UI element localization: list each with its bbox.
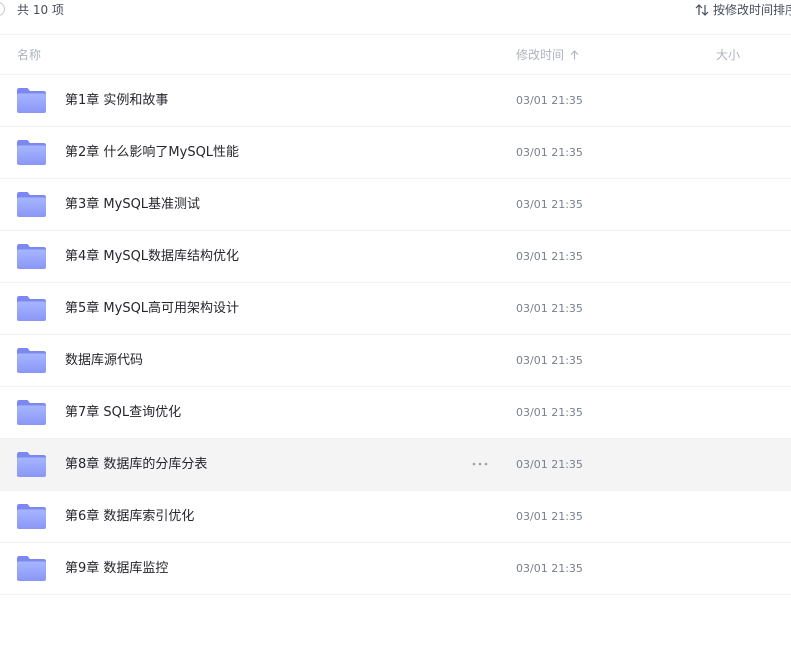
file-name[interactable]: 第7章 SQL查询优化 xyxy=(65,404,181,422)
file-modified-time: 03/01 21:35 xyxy=(516,562,583,575)
table-header: 名称 修改时间 大小 xyxy=(0,35,791,75)
folder-icon xyxy=(17,88,46,113)
file-modified-time: 03/01 21:35 xyxy=(516,250,583,263)
folder-icon xyxy=(17,504,46,529)
folder-icon xyxy=(17,296,46,321)
column-header-modified[interactable]: 修改时间 xyxy=(516,48,579,62)
file-row[interactable]: 第3章 MySQL基准测试 03/01 21:35 xyxy=(0,179,791,231)
select-all-checkbox[interactable] xyxy=(0,2,5,16)
file-modified-time: 03/01 21:35 xyxy=(516,406,583,419)
folder-icon xyxy=(17,244,46,269)
folder-icon xyxy=(17,452,46,477)
file-name[interactable]: 第6章 数据库索引优化 xyxy=(65,508,194,526)
column-header-name[interactable]: 名称 xyxy=(17,48,41,62)
file-name[interactable]: 第5章 MySQL高可用架构设计 xyxy=(65,300,239,318)
folder-icon xyxy=(17,192,46,217)
file-name[interactable]: 第2章 什么影响了MySQL性能 xyxy=(65,144,239,162)
more-icon[interactable] xyxy=(471,457,489,471)
file-modified-time: 03/01 21:35 xyxy=(516,510,583,523)
folder-icon xyxy=(17,140,46,165)
file-list-page: 共 10 项 按修改时间排序 名称 修改时间 大小 第1章 实例和故事 03/0… xyxy=(0,0,791,666)
file-modified-time: 03/01 21:35 xyxy=(516,458,583,471)
file-name[interactable]: 第1章 实例和故事 xyxy=(65,92,168,110)
sort-label: 按修改时间排序 xyxy=(713,3,791,17)
file-modified-time: 03/01 21:35 xyxy=(516,94,583,107)
file-row[interactable]: 第7章 SQL查询优化 03/01 21:35 xyxy=(0,387,791,439)
item-count: 共 10 项 xyxy=(17,3,64,17)
file-row[interactable]: 第9章 数据库监控 03/01 21:35 xyxy=(0,543,791,595)
file-modified-time: 03/01 21:35 xyxy=(516,146,583,159)
file-row[interactable]: 第1章 实例和故事 03/01 21:35 xyxy=(0,75,791,127)
folder-icon xyxy=(17,400,46,425)
file-row[interactable]: 第5章 MySQL高可用架构设计 03/01 21:35 xyxy=(0,283,791,335)
column-header-modified-label: 修改时间 xyxy=(516,48,565,62)
folder-icon xyxy=(17,556,46,581)
file-row[interactable]: 第8章 数据库的分库分表 03/01 21:35 xyxy=(0,439,791,491)
file-row[interactable]: 数据库源代码 03/01 21:35 xyxy=(0,335,791,387)
file-row[interactable]: 第4章 MySQL数据库结构优化 03/01 21:35 xyxy=(0,231,791,283)
file-name[interactable]: 第3章 MySQL基准测试 xyxy=(65,196,200,214)
column-header-size[interactable]: 大小 xyxy=(716,48,740,62)
file-row[interactable]: 第2章 什么影响了MySQL性能 03/01 21:35 xyxy=(0,127,791,179)
list-toolbar: 共 10 项 按修改时间排序 xyxy=(0,0,791,20)
file-modified-time: 03/01 21:35 xyxy=(516,302,583,315)
sort-button[interactable]: 按修改时间排序 xyxy=(695,2,791,18)
file-name[interactable]: 第9章 数据库监控 xyxy=(65,560,168,578)
arrow-up-icon xyxy=(570,50,579,60)
file-row[interactable]: 第6章 数据库索引优化 03/01 21:35 xyxy=(0,491,791,543)
sort-icon xyxy=(695,4,709,16)
file-name[interactable]: 数据库源代码 xyxy=(65,352,143,370)
file-name[interactable]: 第4章 MySQL数据库结构优化 xyxy=(65,248,239,266)
folder-icon xyxy=(17,348,46,373)
file-modified-time: 03/01 21:35 xyxy=(516,198,583,211)
file-name[interactable]: 第8章 数据库的分库分表 xyxy=(65,456,207,474)
file-modified-time: 03/01 21:35 xyxy=(516,354,583,367)
file-list: 第1章 实例和故事 03/01 21:35 第2章 什么影响了MySQL性能 0… xyxy=(0,75,791,595)
